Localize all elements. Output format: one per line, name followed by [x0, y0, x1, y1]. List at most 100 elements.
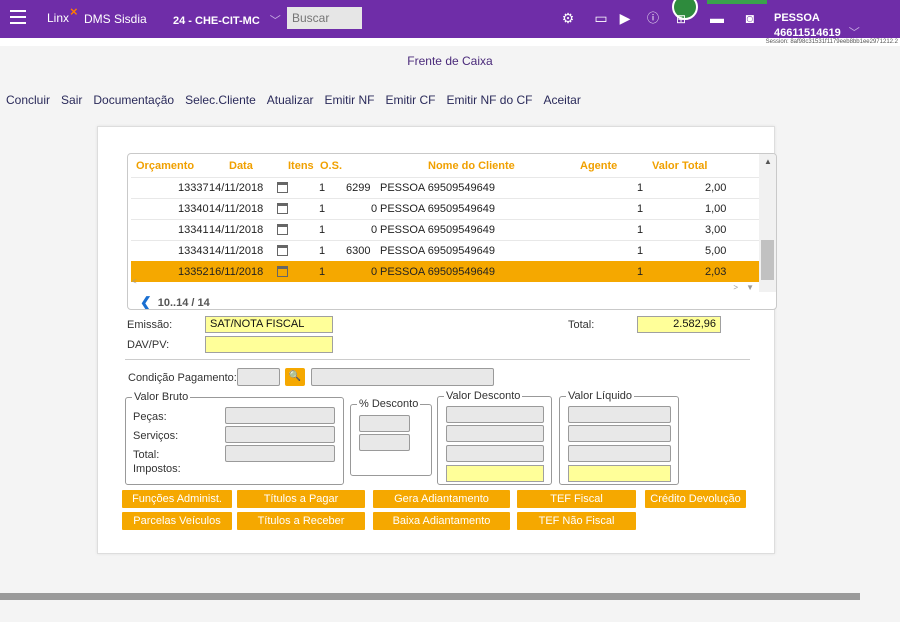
- vertical-scrollbar[interactable]: ▲: [759, 154, 776, 292]
- col-itens[interactable]: Itens: [288, 160, 314, 172]
- cell-agente: 1: [637, 182, 644, 194]
- search-input[interactable]: [287, 7, 362, 29]
- chat-icon[interactable]: ▬: [709, 10, 725, 26]
- pecas-field: [225, 407, 335, 424]
- calendar-icon[interactable]: [277, 266, 288, 277]
- chevron-left-icon[interactable]: ❮: [140, 294, 152, 309]
- col-os[interactable]: O.S.: [320, 160, 342, 172]
- monitor-icon[interactable]: ▭: [593, 10, 609, 26]
- cell-itens: 1: [319, 203, 326, 215]
- sitemap-icon[interactable]: ⊞: [673, 11, 689, 27]
- cell-agente: 1: [637, 224, 644, 236]
- play-icon[interactable]: ▶: [617, 10, 633, 26]
- funcoes-administ-button[interactable]: Funções Administ.: [122, 490, 232, 508]
- total-label: Total:: [568, 319, 595, 331]
- cell-os: 6299: [346, 182, 371, 194]
- col-valor-total[interactable]: Valor Total: [652, 160, 707, 172]
- cell-agente: 1: [637, 203, 644, 215]
- valor-desconto-pecas-field[interactable]: [446, 406, 544, 423]
- pct-desconto-pecas-field[interactable]: [359, 415, 410, 432]
- valor-liquido-impostos-field: [568, 465, 671, 482]
- aceitar-button[interactable]: Aceitar: [544, 93, 581, 109]
- tef-nao-fiscal-button[interactable]: TEF Não Fiscal: [517, 512, 636, 530]
- condicao-descricao-field[interactable]: [311, 368, 494, 386]
- servicos-label: Serviços:: [133, 430, 179, 442]
- selec-cliente-button[interactable]: Selec.Cliente: [185, 93, 256, 109]
- gear-icon[interactable]: ⚙: [560, 10, 576, 26]
- help-icon[interactable]: ⓘ: [645, 10, 661, 26]
- calendar-icon[interactable]: [277, 203, 288, 214]
- cell-cliente: PESSOA 69509549649: [380, 245, 495, 257]
- unit-selector[interactable]: 24 - CHE-CIT-MC ﹀: [173, 12, 281, 28]
- sair-button[interactable]: Sair: [61, 93, 82, 109]
- emitir-cf-button[interactable]: Emitir CF: [385, 93, 435, 109]
- valor-desconto-legend: Valor Desconto: [444, 390, 523, 402]
- emissao-field[interactable]: SAT/NOTA FISCAL: [205, 316, 333, 333]
- titulos-receber-button[interactable]: Títulos a Receber: [237, 512, 365, 530]
- valor-desconto-servicos-field[interactable]: [446, 425, 544, 442]
- col-agente[interactable]: Agente: [580, 160, 617, 172]
- cell-valor: 5,00: [705, 245, 727, 257]
- cell-itens: 1: [319, 245, 326, 257]
- page-title: Frente de Caixa: [407, 54, 493, 68]
- scroll-up-icon[interactable]: ▲: [764, 157, 772, 166]
- valor-desconto-total-field: [446, 445, 544, 462]
- cell-agente: 1: [637, 245, 644, 257]
- table-row[interactable]: 13337 14/11/2018 1 6299 PESSOA 695095496…: [131, 177, 759, 198]
- scroll-right-icon[interactable]: >: [733, 283, 738, 292]
- pct-desconto-legend: % Desconto: [357, 398, 421, 410]
- atualizar-button[interactable]: Atualizar: [267, 93, 314, 109]
- parcelas-veiculos-button[interactable]: Parcelas Veículos: [122, 512, 232, 530]
- condicao-codigo-field[interactable]: [237, 368, 280, 386]
- emitir-nf-do-cf-button[interactable]: Emitir NF do CF: [446, 93, 532, 109]
- valor-liquido-servicos-field: [568, 425, 671, 442]
- scroll-down-icon[interactable]: ▼: [746, 283, 754, 292]
- documentacao-button[interactable]: Documentação: [93, 93, 174, 109]
- hamburger-menu-icon[interactable]: [10, 10, 26, 24]
- tef-fiscal-button[interactable]: TEF Fiscal: [517, 490, 636, 508]
- user-menu[interactable]: PESSOA 46611514619 ﹀: [774, 12, 900, 40]
- calendar-icon[interactable]: [277, 182, 288, 193]
- concluir-button[interactable]: Concluir: [6, 93, 50, 109]
- orcamentos-grid: Orçamento Data Itens O.S. Nome do Client…: [127, 153, 777, 310]
- titulos-pagar-button[interactable]: Títulos a Pagar: [237, 490, 365, 508]
- cell-cliente: PESSOA 69509549649: [380, 224, 495, 236]
- impostos-label: Impostos:: [133, 463, 181, 475]
- cell-valor: 1,00: [705, 203, 727, 215]
- table-row[interactable]: 13340 14/11/2018 1 0 PESSOA 69509549649 …: [131, 198, 759, 219]
- divider: [125, 359, 750, 360]
- credito-devolucao-button[interactable]: Crédito Devolução: [645, 490, 746, 508]
- cell-cliente: PESSOA 69509549649: [380, 203, 495, 215]
- baixa-adiantamento-button[interactable]: Baixa Adiantamento: [373, 512, 510, 530]
- bottom-scrollbar[interactable]: [0, 593, 860, 600]
- col-orcamento[interactable]: Orçamento: [136, 160, 194, 172]
- cell-orcamento: 13340: [178, 203, 209, 215]
- session-id: Session: 8af98c31531f1179eeb8bb1ee297121…: [0, 38, 900, 46]
- total-field: 2.582,96: [637, 316, 721, 333]
- cell-orcamento: 13341: [178, 224, 209, 236]
- cell-valor: 2,00: [705, 182, 727, 194]
- horizontal-scrollbar[interactable]: < > ▼: [128, 277, 760, 292]
- davpv-field[interactable]: [205, 336, 333, 353]
- search-icon[interactable]: 🔍: [285, 368, 305, 386]
- scroll-thumb[interactable]: [761, 240, 774, 280]
- calendar-icon[interactable]: [277, 245, 288, 256]
- emitir-nf-button[interactable]: Emitir NF: [324, 93, 374, 109]
- camera-icon[interactable]: ◙: [742, 10, 758, 26]
- pecas-label: Peças:: [133, 411, 167, 423]
- table-row[interactable]: 13341 14/11/2018 1 0 PESSOA 69509549649 …: [131, 219, 759, 240]
- col-data[interactable]: Data: [229, 160, 253, 172]
- total-bruto-label: Total:: [133, 449, 160, 461]
- pct-desconto-servicos-field[interactable]: [359, 434, 410, 451]
- calendar-icon[interactable]: [277, 224, 288, 235]
- scroll-left-icon[interactable]: <: [132, 277, 137, 286]
- brand-banner: [707, 0, 767, 4]
- col-nome-cliente[interactable]: Nome do Cliente: [428, 160, 515, 172]
- grid-header: Orçamento Data Itens O.S. Nome do Client…: [128, 154, 760, 176]
- gera-adiantamento-button[interactable]: Gera Adiantamento: [373, 490, 510, 508]
- valor-bruto-legend: Valor Bruto: [132, 391, 191, 403]
- davpv-label: DAV/PV:: [127, 339, 170, 351]
- emissao-label: Emissão:: [127, 319, 173, 331]
- cell-data: 14/11/2018: [209, 245, 264, 257]
- table-row[interactable]: 13343 14/11/2018 1 6300 PESSOA 695095496…: [131, 240, 759, 261]
